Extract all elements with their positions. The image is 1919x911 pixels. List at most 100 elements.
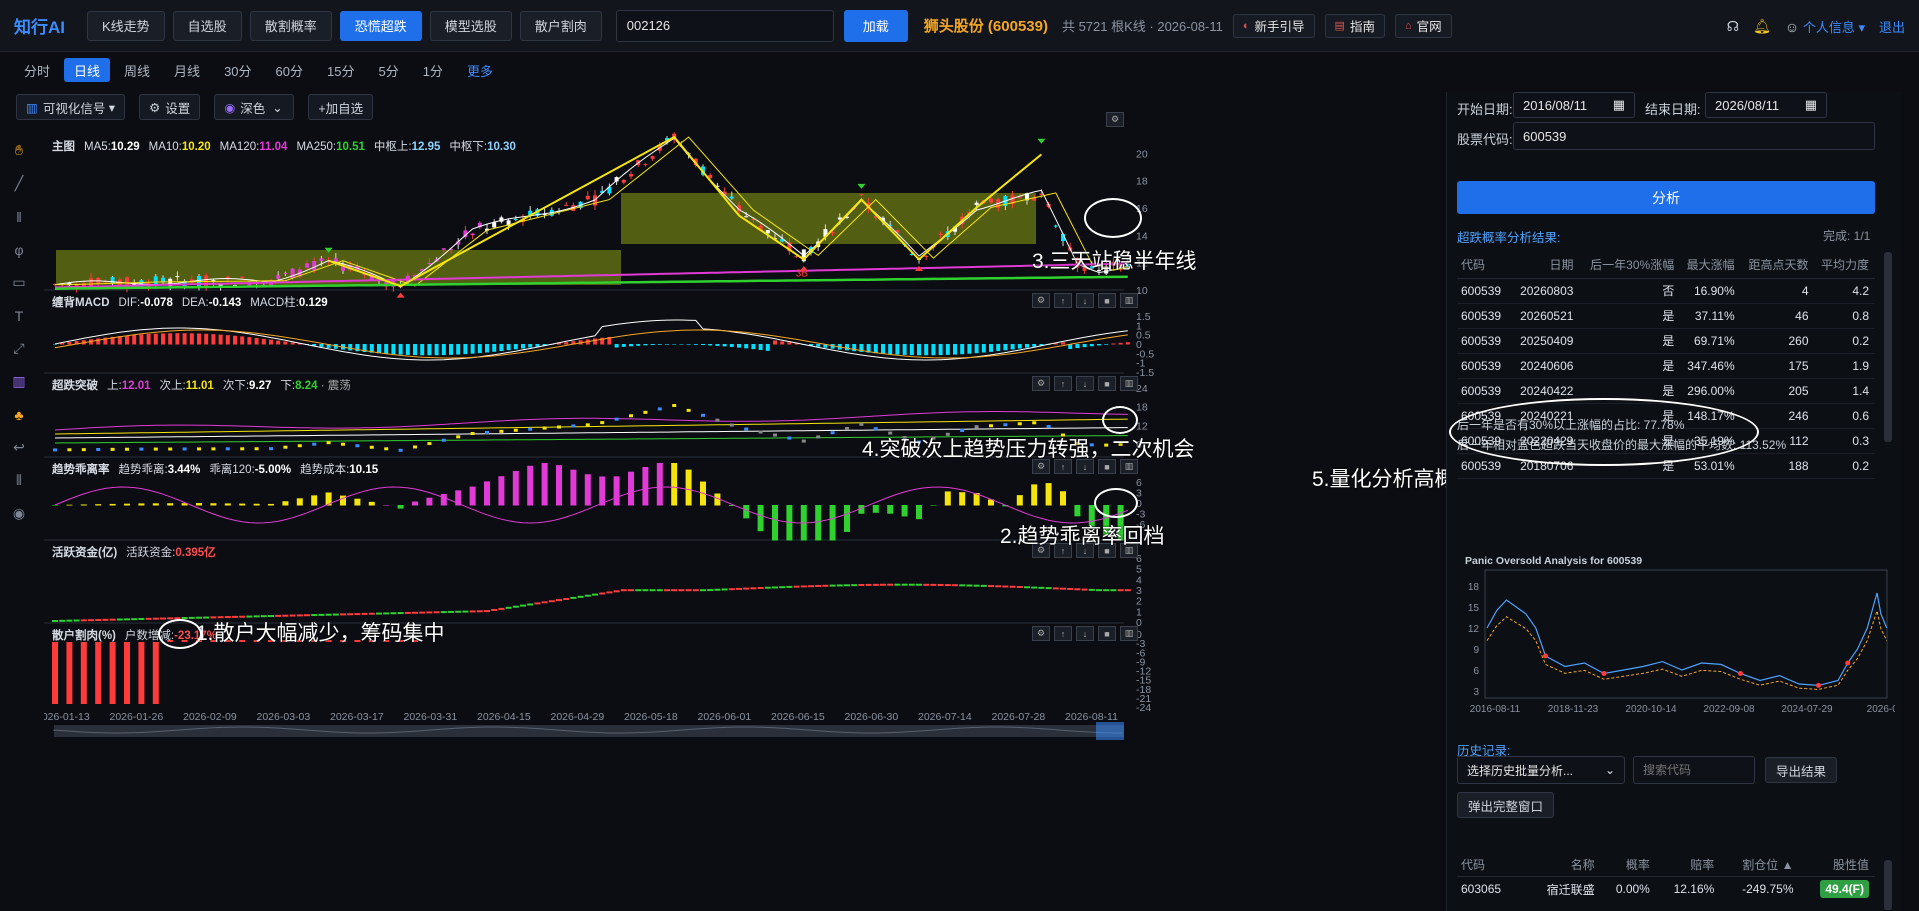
settings-button[interactable]: ⚙ 设置 <box>139 94 201 120</box>
history-col-header[interactable]: 概率 <box>1600 854 1656 877</box>
measure-tool-icon[interactable]: ⤢ <box>8 336 30 361</box>
parallel-tool-icon[interactable]: ‖ <box>8 204 30 229</box>
period-0[interactable]: 分时 <box>14 58 60 82</box>
result-col-header: 距高点天数 <box>1740 252 1815 279</box>
tab-panic-oversold[interactable]: 恐慌超跌 <box>339 10 422 41</box>
website-link[interactable]: ⌂ 官网 <box>1394 13 1452 38</box>
delete-icon[interactable]: ⦀ <box>8 468 30 493</box>
stock-code-input[interactable] <box>615 9 834 42</box>
macd-bar <box>1075 344 1080 349</box>
move-down-icon[interactable]: ↓ <box>1076 293 1094 308</box>
macd-bar <box>204 333 209 345</box>
start-date-input[interactable]: 2016/08/11 ▦ <box>1513 92 1635 118</box>
period-1[interactable]: 日线 <box>64 58 111 82</box>
panic-oversold-mini-chart: Panic Oversold Analysis for 600539 18 15 12… <box>1465 555 1895 715</box>
analyze-button[interactable]: 分析 <box>1457 181 1875 214</box>
history-scrollbar[interactable] <box>1884 860 1892 910</box>
period-2[interactable]: 周线 <box>114 58 160 82</box>
text-tool-icon[interactable]: T <box>8 303 30 328</box>
add-watchlist-button[interactable]: +加自选 <box>308 94 374 120</box>
table-row[interactable]: 600539 20260521 是 37.11% 46 0.8 <box>1457 303 1875 329</box>
user-menu[interactable]: ☺ 个人信息 ▾ <box>1785 17 1865 36</box>
history-batch-select[interactable]: 选择历史批量分析... ⌄ <box>1457 756 1625 784</box>
table-row[interactable]: 600539 20260803 否 16.90% 4 4.2 <box>1457 278 1875 304</box>
theme-select[interactable]: ◉ 深色 ⌄ <box>214 94 295 120</box>
visual-signal-dropdown[interactable]: ▥ 可视化信号 ▾ <box>16 94 126 120</box>
funds-mark <box>1067 587 1074 590</box>
move-up-icon[interactable]: ↑ <box>1054 293 1072 308</box>
chart-area[interactable]: 222018161412101.510.50-0.5-1-1.524181266… <box>44 112 1519 911</box>
beginner-guide-link[interactable]: ◐ 新手引导 <box>1232 13 1315 38</box>
history-col-header[interactable]: 名称 <box>1526 854 1601 877</box>
macd-bar <box>492 344 497 352</box>
tree-icon[interactable]: ♣ <box>8 402 30 427</box>
fib-tool-icon[interactable]: φ <box>8 237 30 262</box>
result-scrollbar[interactable] <box>1884 252 1892 442</box>
history-col-header[interactable]: 割仓位 ▲ <box>1720 854 1800 877</box>
rect-tool-icon[interactable]: ▭ <box>8 270 30 295</box>
history-col-header[interactable]: 代码 <box>1457 854 1527 877</box>
mini-y-tick: 6 <box>1473 666 1479 677</box>
move-down-icon[interactable]: ↓ <box>1076 376 1094 391</box>
history-search-input[interactable] <box>1633 756 1755 784</box>
mini-chart-title: Panic Oversold Analysis for 600539 <box>1465 555 1642 567</box>
funds-mark <box>116 618 123 621</box>
hand-icon[interactable]: ✋︎ <box>8 138 30 163</box>
breakout-mark <box>787 436 792 440</box>
history-col-header[interactable]: 赔率 <box>1655 854 1721 877</box>
maximize-icon[interactable]: ■ <box>1098 293 1116 308</box>
settings-icon[interactable]: ⚙ <box>1032 293 1050 308</box>
load-button[interactable]: 加载 <box>843 9 908 42</box>
analysis-code-input[interactable]: 600539 <box>1513 122 1875 150</box>
move-up-icon[interactable]: ↑ <box>1054 626 1072 641</box>
maximize-icon[interactable]: ■ <box>1098 626 1116 641</box>
eye-icon[interactable]: ◉ <box>8 501 30 526</box>
move-up-icon[interactable]: ↑ <box>1054 376 1072 391</box>
macd-bar <box>427 344 432 356</box>
settings-icon[interactable]: ⚙ <box>1032 376 1050 391</box>
period-8[interactable]: 1分 <box>413 58 453 82</box>
move-down-icon[interactable]: ↓ <box>1076 626 1094 641</box>
macd-bar <box>722 344 727 347</box>
deviation-bar <box>930 505 937 506</box>
manual-link[interactable]: ▤ 指南 <box>1324 13 1385 38</box>
maximize-icon[interactable]: ■ <box>1098 376 1116 391</box>
period-7[interactable]: 5分 <box>368 58 408 82</box>
history-col-header[interactable]: 股性值 <box>1799 854 1875 877</box>
home-icon: ⌂ <box>1404 19 1412 32</box>
kline-chart[interactable]: 222018161412101.510.50-0.5-1-1.524181266… <box>44 130 1444 911</box>
deviation-bar <box>527 465 534 506</box>
macd-value-0: DIF:-0.078 <box>119 297 173 309</box>
period-5[interactable]: 60分 <box>266 58 313 82</box>
tab-retail-cut[interactable]: 散户割肉 <box>519 10 602 41</box>
line-tool-icon[interactable]: ╱ <box>8 171 30 196</box>
period-3[interactable]: 月线 <box>164 58 210 82</box>
table-row[interactable]: 603065 宿迁联盛 0.00% 12.16% -249.75% 49.4(F) <box>1457 876 1875 902</box>
period-4[interactable]: 30分 <box>214 58 261 82</box>
table-row[interactable]: 600539 20240606 是 347.46% 175 1.9 <box>1457 353 1875 379</box>
close-icon[interactable]: ▥ <box>1120 376 1138 391</box>
settings-icon[interactable]: ⚙ <box>1032 626 1050 641</box>
tab-model-picker[interactable]: 模型选股 <box>429 10 512 41</box>
period-6[interactable]: 15分 <box>317 58 364 82</box>
tab-cut-probability[interactable]: 散割概率 <box>249 10 332 41</box>
tab-kline[interactable]: K线走势 <box>87 10 165 41</box>
table-row[interactable]: 600539 20240422 是 296.00% 205 1.4 <box>1457 378 1875 404</box>
export-button[interactable]: 导出结果 <box>1765 757 1838 783</box>
settings-icon[interactable]: ⚙ <box>1106 112 1124 127</box>
breakout-mark <box>384 447 389 451</box>
period-9[interactable]: 更多 <box>457 58 503 82</box>
layers-icon[interactable]: ▥ <box>8 369 30 394</box>
close-icon[interactable]: ▥ <box>1120 626 1138 641</box>
end-date-input[interactable]: 2026/08/11 ▦ <box>1705 92 1827 118</box>
popup-window-button[interactable]: 弹出完整窗口 <box>1457 792 1555 818</box>
table-row[interactable]: 600539 20250409 是 69.71% 260 0.2 <box>1457 328 1875 354</box>
undo-icon[interactable]: ↩ <box>8 435 30 460</box>
date-tick: 2026-06-01 <box>698 711 752 723</box>
logout-link[interactable]: 退出 <box>1879 17 1905 36</box>
tab-watchlist[interactable]: 自选股 <box>172 10 242 41</box>
bell-icon[interactable]: 🔔︎ <box>1753 18 1771 35</box>
headset-icon[interactable]: ☊ <box>1727 18 1739 35</box>
close-icon[interactable]: ▥ <box>1120 293 1138 308</box>
funds-mark <box>570 596 577 599</box>
